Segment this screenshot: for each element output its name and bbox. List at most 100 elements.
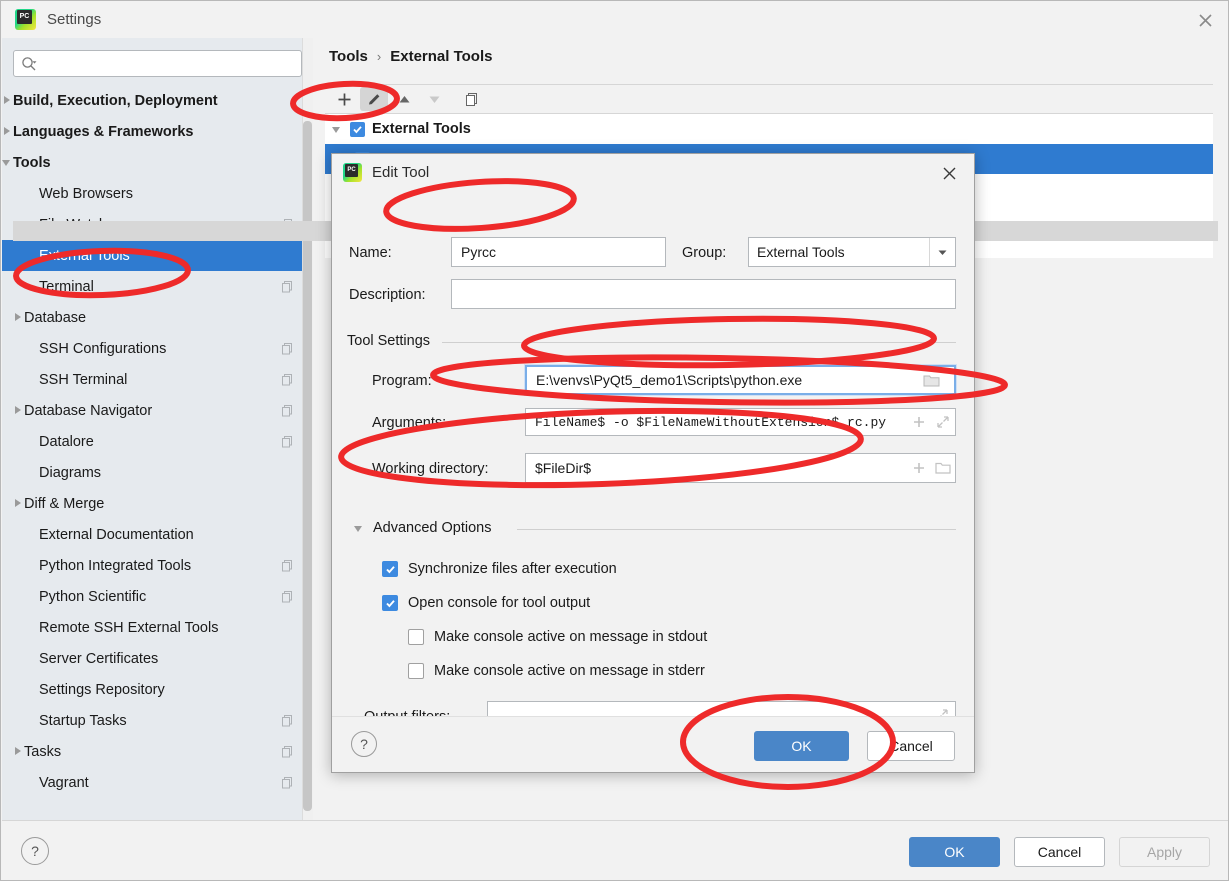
sidebar-item-settings-repository[interactable]: Settings Repository: [2, 674, 302, 705]
close-icon[interactable]: [1194, 9, 1216, 31]
arguments-label: Arguments:: [372, 415, 447, 431]
working-directory-field[interactable]: [525, 453, 956, 483]
sidebar-item-startup-tasks[interactable]: Startup Tasks: [2, 705, 302, 736]
sidebar-item-terminal[interactable]: Terminal: [2, 271, 302, 302]
working-directory-input[interactable]: [533, 459, 908, 477]
dialog-titlebar: Edit Tool: [332, 154, 974, 191]
expand-icon[interactable]: [931, 415, 955, 429]
checkbox[interactable]: [408, 663, 424, 679]
sidebar-item-label: Web Browsers: [39, 185, 134, 202]
move-up-button[interactable]: [390, 87, 418, 111]
folder-icon[interactable]: [914, 367, 948, 393]
checkbox-row-open-console-for-tool-output[interactable]: Open console for tool output: [382, 595, 590, 611]
dialog-cancel-button[interactable]: Cancel: [867, 731, 955, 761]
sidebar-item-python-integrated-tools[interactable]: Python Integrated Tools: [2, 550, 302, 581]
triangle-right-icon[interactable]: [13, 312, 24, 323]
description-input[interactable]: [459, 285, 948, 303]
close-icon[interactable]: [938, 162, 960, 184]
checkbox[interactable]: [382, 595, 398, 611]
triangle-down-icon[interactable]: [2, 157, 13, 168]
sidebar-item-label: External Documentation: [39, 526, 194, 543]
sidebar-item-languages-frameworks[interactable]: Languages & Frameworks: [2, 116, 302, 147]
copyable-setting-icon: [281, 776, 294, 789]
checkbox[interactable]: [382, 561, 398, 577]
dialog-ok-button[interactable]: OK: [754, 731, 849, 761]
checkbox[interactable]: [408, 629, 424, 645]
sidebar-item-web-browsers[interactable]: Web Browsers: [2, 178, 302, 209]
triangle-down-icon[interactable]: [354, 523, 365, 534]
settings-cancel-button[interactable]: Cancel: [1014, 837, 1105, 867]
copyable-setting-icon: [281, 559, 294, 572]
settings-window: Settings Build, Execution, Deployment Lan…: [0, 0, 1229, 881]
name-input[interactable]: [459, 243, 658, 261]
sidebar-item-external-tools[interactable]: External Tools: [2, 240, 302, 271]
sidebar-item-remote-ssh-external-tools[interactable]: Remote SSH External Tools: [2, 612, 302, 643]
folder-icon[interactable]: [931, 461, 955, 475]
advanced-options-header[interactable]: Advanced Options: [354, 520, 492, 536]
triangle-right-icon[interactable]: [13, 498, 24, 509]
sidebar-item-ssh-configurations[interactable]: SSH Configurations: [2, 333, 302, 364]
pycharm-icon: [343, 163, 362, 182]
sidebar-item-database[interactable]: Database: [2, 302, 302, 333]
checkbox-external-tools[interactable]: [350, 121, 365, 137]
checkbox-row-synchronize-files-after-execution[interactable]: Synchronize files after execution: [382, 561, 617, 577]
sidebar-item-label: Terminal: [39, 278, 94, 295]
arguments-field[interactable]: [525, 408, 956, 436]
sidebar-item-server-certificates[interactable]: Server Certificates: [2, 643, 302, 674]
help-button[interactable]: ?: [351, 731, 377, 757]
sidebar-item-build-execution-deployment[interactable]: Build, Execution, Deployment: [2, 85, 302, 116]
sidebar-item-diagrams[interactable]: Diagrams: [2, 457, 302, 488]
settings-ok-button[interactable]: OK: [909, 837, 1000, 867]
triangle-right-icon[interactable]: [2, 95, 13, 106]
pycharm-icon: [15, 9, 36, 30]
sidebar-item-tools[interactable]: Tools: [2, 147, 302, 178]
triangle-right-icon[interactable]: [2, 126, 13, 137]
breadcrumb-parent[interactable]: Tools: [329, 48, 368, 65]
dialog-body: Name: Group: External Tools Description:…: [332, 191, 974, 750]
description-field[interactable]: [451, 279, 956, 309]
sidebar-item-tasks[interactable]: Tasks: [2, 736, 302, 767]
add-button[interactable]: [330, 87, 358, 111]
sidebar-item-python-scientific[interactable]: Python Scientific: [2, 581, 302, 612]
sidebar-item-label: Tasks: [24, 743, 62, 760]
sidebar-item-datalore[interactable]: Datalore: [2, 426, 302, 457]
triangle-down-icon[interactable]: [332, 124, 343, 135]
checkbox-row-make-console-active-on-message-in-stdout[interactable]: Make console active on message in stdout: [408, 629, 707, 645]
search-input[interactable]: [37, 55, 277, 72]
triangle-right-icon[interactable]: [13, 405, 24, 416]
edit-button[interactable]: [360, 87, 388, 111]
sidebar-item-label: Remote SSH External Tools: [39, 619, 219, 636]
plus-icon[interactable]: [907, 461, 931, 475]
checkbox-row-make-console-active-on-message-in-stderr[interactable]: Make console active on message in stderr: [408, 663, 705, 679]
sidebar-item-vagrant[interactable]: Vagrant: [2, 767, 302, 798]
arguments-input[interactable]: [533, 413, 908, 431]
settings-help-button[interactable]: ?: [21, 837, 49, 865]
copyable-setting-icon: [281, 435, 294, 448]
sidebar-item-label: Settings Repository: [39, 681, 165, 698]
sidebar-item-external-documentation[interactable]: External Documentation: [2, 519, 302, 550]
sidebar-item-label: Server Certificates: [39, 650, 159, 667]
triangle-right-icon[interactable]: [13, 746, 24, 757]
checkbox-label: Make console active on message in stderr: [434, 663, 705, 679]
copy-button[interactable]: [458, 87, 486, 111]
sidebar-item-database-navigator[interactable]: Database Navigator: [2, 395, 302, 426]
program-field[interactable]: [524, 364, 957, 396]
sidebar-item-ssh-terminal[interactable]: SSH Terminal: [2, 364, 302, 395]
settings-apply-button[interactable]: Apply: [1119, 837, 1210, 867]
chevron-down-icon[interactable]: [929, 238, 955, 266]
search-box[interactable]: [13, 50, 302, 77]
program-input[interactable]: [534, 371, 914, 389]
sidebar-item-diff-merge[interactable]: Diff & Merge: [2, 488, 302, 519]
tree-row-external-tools[interactable]: External Tools: [325, 114, 1213, 144]
name-field[interactable]: [451, 237, 666, 267]
plus-icon[interactable]: [907, 415, 931, 429]
sidebar-item-label: Database Navigator: [24, 402, 153, 419]
group-combobox[interactable]: External Tools: [748, 237, 956, 267]
copyable-setting-icon: [281, 280, 294, 293]
move-down-button[interactable]: [420, 87, 448, 111]
